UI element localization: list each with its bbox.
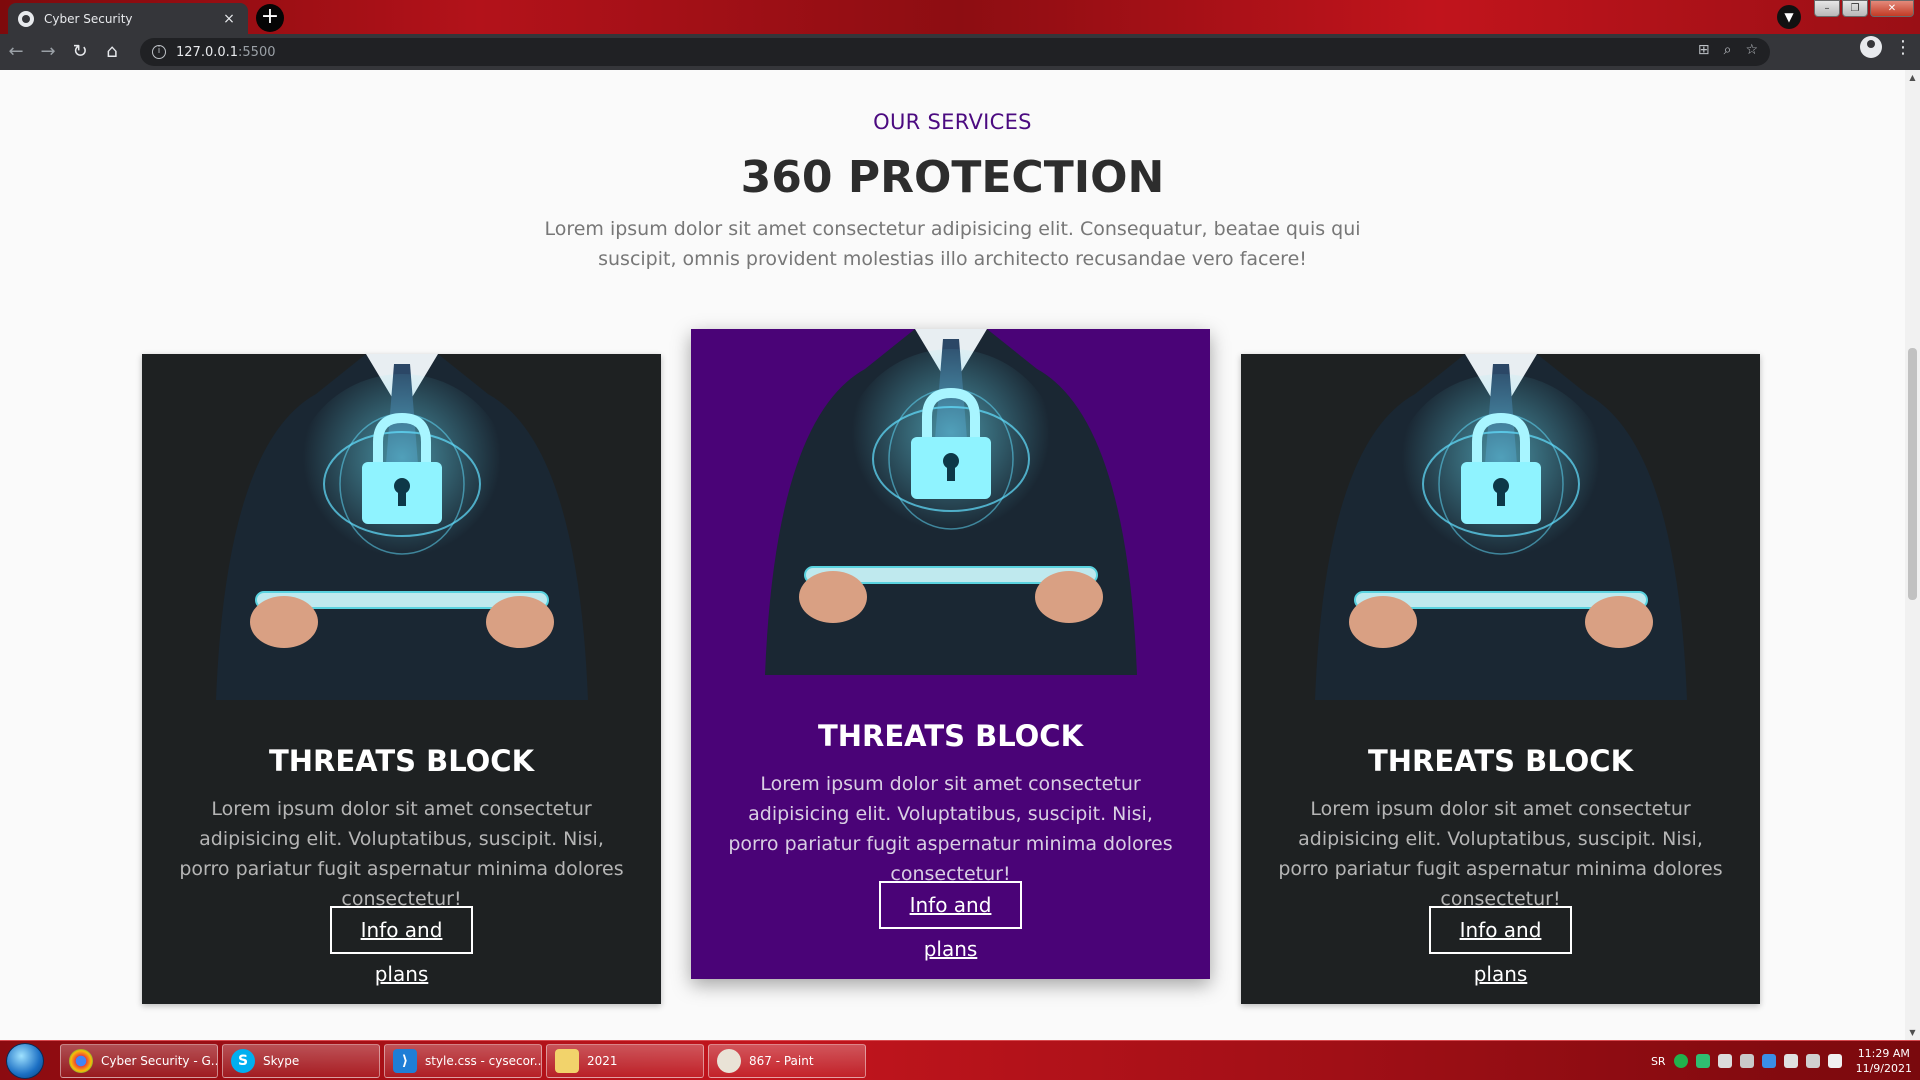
info-and-plans-button[interactable]: Info and plans xyxy=(879,881,1022,961)
service-card-1: THREATS BLOCK Lorem ipsum dolor sit amet… xyxy=(142,354,661,1004)
scroll-up-icon[interactable]: ▲ xyxy=(1905,70,1920,85)
omnibox-actions: ⊞ ⌕ ☆ xyxy=(1698,42,1758,58)
new-tab-button[interactable]: + xyxy=(256,4,284,32)
vscode-icon: ⟩ xyxy=(393,1049,417,1073)
tab-close-icon[interactable]: × xyxy=(220,11,238,27)
taskbar-item-paint[interactable]: 867 - Paint xyxy=(708,1044,866,1078)
url-host: 127.0.0.1 xyxy=(176,44,239,60)
card-text: Lorem ipsum dolor sit amet consectetur a… xyxy=(1278,798,1723,910)
clock-date: 11/9/2021 xyxy=(1855,1062,1912,1075)
browser-tab-active[interactable]: Cyber Security × xyxy=(8,3,248,34)
taskbar-item-label: 867 - Paint xyxy=(749,1054,814,1068)
info-and-plans-button[interactable]: Info and plans xyxy=(330,906,473,986)
page-title: 360 PROTECTION xyxy=(740,152,1165,203)
site-favicon-icon xyxy=(18,10,34,27)
restore-window-button[interactable]: ❐ xyxy=(1842,0,1868,17)
taskbar-item-chrome[interactable]: Cyber Security - G... xyxy=(60,1044,218,1078)
forward-arrow-icon[interactable]: → xyxy=(32,36,64,68)
start-button[interactable] xyxy=(6,1043,44,1079)
service-card-2: THREATS BLOCK Lorem ipsum dolor sit amet… xyxy=(691,329,1210,979)
shield-icon[interactable] xyxy=(1695,1054,1710,1068)
taskbar-item-vscode[interactable]: ⟩ style.css - cysecor... xyxy=(384,1044,542,1078)
page-viewport: OUR SERVICES 360 PROTECTION Lorem ipsum … xyxy=(0,70,1905,1040)
system-clock[interactable]: 11:29 AM 11/9/2021 xyxy=(1856,1046,1912,1076)
address-bar[interactable]: i 127.0.0.1:5500 ⊞ ⌕ ☆ xyxy=(140,38,1770,66)
paint-icon xyxy=(717,1049,741,1073)
zoom-icon[interactable]: ⌕ xyxy=(1724,42,1732,58)
chrome-icon xyxy=(69,1049,93,1073)
page-scrollbar[interactable]: ▲ ▼ xyxy=(1905,70,1920,1040)
cyber-lock-businessman-icon xyxy=(1315,354,1687,700)
reload-icon[interactable]: ↻ xyxy=(64,36,96,68)
scrollbar-thumb[interactable] xyxy=(1908,348,1917,600)
home-icon[interactable]: ⌂ xyxy=(96,36,128,68)
taskbar-item-label: 2021 xyxy=(587,1054,618,1068)
services-eyebrow: OUR SERVICES xyxy=(873,110,1032,134)
volume-icon[interactable] xyxy=(1827,1054,1842,1068)
close-window-button[interactable]: ✕ xyxy=(1870,0,1914,17)
language-indicator[interactable]: SR xyxy=(1651,1055,1666,1068)
toolbar-right-actions: ⋮ xyxy=(1860,36,1912,58)
card-title: THREATS BLOCK xyxy=(268,744,535,778)
scroll-down-icon[interactable]: ▼ xyxy=(1905,1025,1920,1040)
card-text: Lorem ipsum dolor sit amet consectetur a… xyxy=(728,773,1173,885)
browser-toolbar: ← → ↻ ⌂ i 127.0.0.1:5500 ⊞ ⌕ ☆ ⋮ xyxy=(0,34,1920,70)
usb-icon[interactable] xyxy=(1739,1054,1754,1068)
profile-avatar-icon[interactable] xyxy=(1860,36,1882,58)
flag-icon[interactable] xyxy=(1783,1054,1798,1068)
network-icon[interactable] xyxy=(1717,1054,1732,1068)
bookmark-star-icon[interactable]: ☆ xyxy=(1745,42,1758,58)
security-check-icon[interactable] xyxy=(1673,1054,1688,1068)
browser-menu-icon[interactable]: ⋮ xyxy=(1894,37,1912,58)
url-port: :5500 xyxy=(238,44,276,60)
clock-time: 11:29 AM xyxy=(1857,1047,1910,1060)
service-card-3: THREATS BLOCK Lorem ipsum dolor sit amet… xyxy=(1241,354,1760,1004)
taskbar-item-label: Skype xyxy=(263,1054,300,1068)
folder-icon xyxy=(555,1049,579,1073)
taskbar-item-skype[interactable]: S Skype xyxy=(222,1044,380,1078)
cyber-lock-businessman-icon xyxy=(216,354,588,700)
display-icon[interactable] xyxy=(1805,1054,1820,1068)
taskbar-item-folder[interactable]: 2021 xyxy=(546,1044,704,1078)
tab-title: Cyber Security xyxy=(44,11,133,26)
extension-download-icon[interactable]: ▼ xyxy=(1777,5,1801,29)
info-and-plans-button[interactable]: Info and plans xyxy=(1429,906,1572,986)
window-controls: – ❐ ✕ xyxy=(1814,0,1914,17)
taskbar-item-label: style.css - cysecor... xyxy=(425,1054,542,1068)
back-arrow-icon[interactable]: ← xyxy=(0,36,32,68)
bluetooth-icon[interactable] xyxy=(1761,1054,1776,1068)
browser-tab-bar: Cyber Security × + ▼ – ❐ ✕ xyxy=(0,0,1920,34)
taskbar-item-label: Cyber Security - G... xyxy=(101,1054,218,1068)
site-info-icon[interactable]: i xyxy=(152,45,166,59)
card-title: THREATS BLOCK xyxy=(817,719,1084,753)
services-description: Lorem ipsum dolor sit amet consectetur a… xyxy=(544,218,1361,270)
cyber-lock-businessman-icon xyxy=(765,329,1137,675)
address-url: 127.0.0.1:5500 xyxy=(176,45,276,60)
card-text: Lorem ipsum dolor sit amet consectetur a… xyxy=(179,798,624,910)
translate-icon[interactable]: ⊞ xyxy=(1698,42,1710,58)
skype-icon: S xyxy=(231,1049,255,1073)
system-tray: SR 11:29 AM 11/9/2021 xyxy=(1651,1041,1912,1080)
card-title: THREATS BLOCK xyxy=(1367,744,1634,778)
os-taskbar: Cyber Security - G... S Skype ⟩ style.cs… xyxy=(0,1040,1920,1080)
minimize-window-button[interactable]: – xyxy=(1814,0,1840,17)
